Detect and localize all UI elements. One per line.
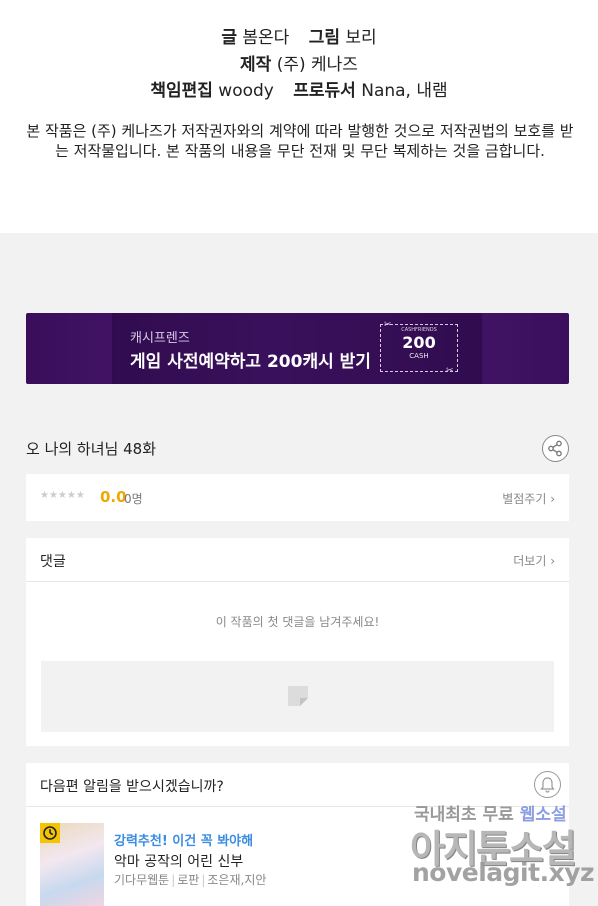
producer-name: (주) 케나즈 <box>276 55 358 75</box>
recommendation-category: 로판 <box>177 873 200 887</box>
site-watermark: 국내최초 무료 웹소설 아지툰소설 novelagit.xyz <box>410 800 598 906</box>
comments-header: 댓글 더보기 › <box>26 538 569 582</box>
ad-banner[interactable]: 캐시프렌즈 게임 사전예약하고 200캐시 받기 ✂ ✂ CASHFRIENDS… <box>26 313 569 384</box>
episode-title: 오 나의 하녀님 48화 <box>26 440 156 458</box>
credits-section: 글 봄온다 그림 보리 제작 (주) 케나즈 책임편집 woody 프로듀서 N… <box>0 0 598 233</box>
banner-subtitle: 캐시프렌즈 <box>130 331 190 346</box>
producer-label: 제작 <box>240 55 272 75</box>
coupon-unit: CASH <box>409 352 429 360</box>
copyright-notice: 본 작품은 (주) 케나즈가 저작권자와의 계약에 따라 발행한 것으로 저작권… <box>26 122 574 160</box>
share-icon <box>548 440 562 457</box>
watermark-url: novelagit.xyz <box>412 858 595 887</box>
editor-name: woody <box>218 81 274 101</box>
rating-score: 0.0 <box>100 488 127 506</box>
recommendation-tag: 강력추천! 이건 꼭 봐야해 <box>114 834 254 849</box>
artist-name: 보리 <box>345 28 377 48</box>
share-button[interactable] <box>542 435 569 462</box>
comment-write-icon <box>288 686 308 706</box>
pd-name: Nana, 내램 <box>361 81 448 101</box>
rating-count: 0명 <box>124 492 143 506</box>
comment-input-box[interactable] <box>41 661 554 732</box>
recommendation-genre: 기다무웹툰 <box>114 873 170 887</box>
pd-label: 프로듀서 <box>293 81 356 101</box>
coupon-brand: CASHFRIENDS <box>401 327 437 333</box>
writer-label: 글 <box>221 28 237 48</box>
clock-icon <box>43 826 57 840</box>
comments-empty-message: 이 작품의 첫 댓글을 남겨주세요! <box>215 615 380 629</box>
credit-producer: 제작 (주) 케나즈 <box>0 50 598 75</box>
rate-button[interactable]: 별점주기 › <box>502 490 555 507</box>
writer-name: 봄온다 <box>242 28 290 48</box>
coupon-amount: 200 <box>402 333 436 352</box>
recommendation-meta: 기다무웹툰 | 로판 | 조은재,지안 <box>114 873 267 887</box>
notify-question: 다음편 알림을 받으시겠습니까? <box>40 779 224 795</box>
wait-free-badge <box>40 823 60 843</box>
recommendation-title[interactable]: 악마 공작의 어린 신부 <box>114 851 243 871</box>
comments-title: 댓글 <box>40 554 66 570</box>
notify-bell-button[interactable] <box>534 771 561 798</box>
credit-editor-pd: 책임편집 woody 프로듀서 Nana, 내램 <box>0 76 598 101</box>
rating-card: ★★★★★ 0.0 0명 별점주기 › <box>26 474 569 521</box>
artist-label: 그림 <box>308 28 340 48</box>
recommendation-authors: 조은재,지안 <box>207 873 267 887</box>
recommendation-thumbnail[interactable] <box>40 823 104 906</box>
banner-title: 게임 사전예약하고 200캐시 받기 <box>130 352 371 372</box>
credit-writer-artist: 글 봄온다 그림 보리 <box>0 23 598 48</box>
comments-more-link[interactable]: 더보기 › <box>513 552 555 569</box>
bell-icon <box>540 777 555 793</box>
cash-coupon: CASHFRIENDS 200 CASH <box>380 324 458 372</box>
editor-label: 책임편집 <box>150 81 213 101</box>
comments-card: 댓글 더보기 › 이 작품의 첫 댓글을 남겨주세요! <box>26 538 569 746</box>
rating-stars: ★★★★★ <box>40 490 85 501</box>
